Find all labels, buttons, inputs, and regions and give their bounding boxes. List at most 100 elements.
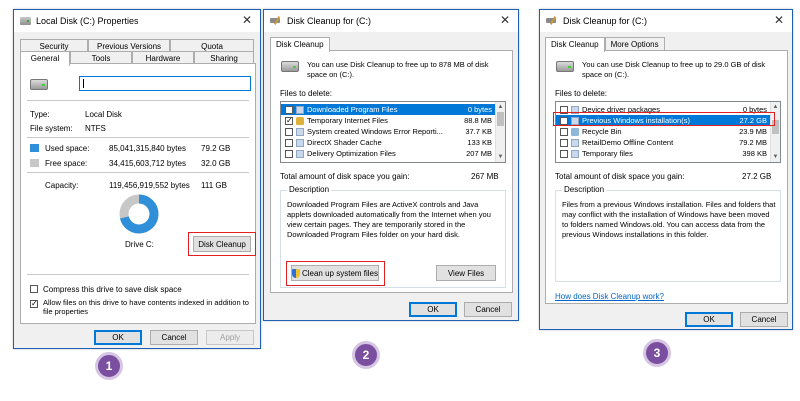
list-item[interactable]: ✓ Temporary Internet Files 88.8 MB: [281, 115, 495, 126]
intro-text: You can use Disk Cleanup to free up to 8…: [307, 60, 489, 79]
drive-label: Drive C:: [125, 240, 154, 249]
drive-icon: [30, 79, 48, 90]
highlight-box: [188, 232, 256, 256]
ok-button[interactable]: OK: [94, 330, 142, 345]
item-checkbox[interactable]: ✓: [285, 105, 293, 114]
total-value: 267 MB: [471, 172, 499, 181]
compress-label: Compress this drive to save disk space: [43, 285, 182, 294]
file-icon: [296, 105, 304, 114]
scroll-up-icon[interactable]: ▲: [496, 102, 505, 112]
drive-name-input[interactable]: [79, 76, 251, 91]
close-icon[interactable]: ✕: [500, 14, 510, 26]
step-marker-2: 2: [352, 341, 380, 369]
files-to-delete-label: Files to delete:: [555, 89, 608, 98]
close-icon[interactable]: ✕: [242, 14, 252, 26]
scroll-down-icon[interactable]: ▼: [771, 152, 780, 162]
window-title: Disk Cleanup for (C:): [563, 16, 648, 26]
used-space-bytes: 85,041,315,840 bytes: [109, 144, 186, 153]
drive-icon: [556, 61, 574, 72]
list-item[interactable]: DirectX Shader Cache 133 KB: [281, 137, 495, 148]
item-checkbox[interactable]: [560, 149, 568, 158]
ok-button[interactable]: OK: [409, 302, 457, 317]
scroll-thumb[interactable]: [497, 112, 504, 126]
files-list[interactable]: ✓ Downloaded Program Files 0 bytes ✓ Tempor…: [280, 101, 506, 163]
total-value: 27.2 GB: [742, 172, 772, 181]
item-size: 37.7 KB: [465, 127, 492, 136]
divider: [27, 172, 249, 173]
type-value: Local Disk: [85, 110, 122, 119]
item-checkbox[interactable]: [285, 138, 293, 147]
item-size: 398 KB: [742, 149, 767, 158]
step-marker-1: 1: [95, 352, 123, 380]
item-name: RetailDemo Offline Content: [582, 138, 674, 147]
highlight-box: [286, 261, 385, 286]
item-name: Recycle Bin: [582, 127, 622, 136]
disk-cleanup-window: Disk Cleanup for (C:) ✕ Disk Cleanup You…: [263, 9, 519, 321]
lock-icon: [296, 116, 304, 125]
intro-text: You can use Disk Cleanup to free up to 2…: [582, 60, 766, 79]
disk-cleanup-titlebar: Disk Cleanup for (C:) ✕: [540, 10, 792, 32]
item-checkbox[interactable]: ✓: [285, 116, 293, 125]
close-icon[interactable]: ✕: [774, 14, 784, 26]
disk-cleanup-icon: [270, 17, 282, 26]
highlight-box: [553, 112, 775, 126]
help-link[interactable]: How does Disk Cleanup work?: [555, 292, 664, 301]
item-checkbox[interactable]: [285, 149, 293, 158]
files-list[interactable]: Device driver packages 0 bytes ✓ Previous …: [555, 101, 781, 163]
list-item[interactable]: RetailDemo Offline Content 79.2 MB: [556, 137, 770, 148]
divider: [27, 100, 249, 101]
item-size: 133 KB: [467, 138, 492, 147]
properties-window: Local Disk (C:) Properties ✕ Security Pr…: [13, 9, 261, 349]
disk-cleanup-system-window: Disk Cleanup for (C:) ✕ Disk Cleanup Mor…: [539, 9, 793, 330]
item-checkbox[interactable]: [560, 138, 568, 147]
item-checkbox[interactable]: [285, 127, 293, 136]
view-files-button[interactable]: View Files: [436, 265, 496, 281]
index-label: Allow files on this drive to have conten…: [43, 298, 249, 316]
index-checkbox[interactable]: ✓: [30, 300, 38, 308]
step-marker-3: 3: [643, 339, 671, 367]
free-space-swatch: [30, 159, 39, 167]
item-size: 23.9 MB: [739, 127, 767, 136]
item-size: 0 bytes: [467, 105, 492, 114]
cancel-button[interactable]: Cancel: [150, 330, 198, 345]
description-group: Description Downloaded Program Files are…: [280, 185, 506, 288]
compress-checkbox[interactable]: [30, 285, 38, 293]
total-label: Total amount of disk space you gain:: [280, 172, 410, 181]
item-checkbox[interactable]: [560, 127, 568, 136]
divider: [27, 137, 249, 138]
description-label: Description: [287, 185, 332, 194]
file-icon: [571, 149, 579, 158]
properties-titlebar: Local Disk (C:) Properties ✕: [14, 10, 260, 32]
file-icon: [296, 149, 304, 158]
drive-icon: [20, 17, 31, 25]
item-size: 79.2 MB: [739, 138, 767, 147]
drive-icon: [281, 61, 299, 72]
cancel-button[interactable]: Cancel: [464, 302, 512, 317]
list-scrollbar[interactable]: ▲ ▼: [770, 102, 780, 162]
type-label: Type:: [30, 110, 50, 119]
tab-disk-cleanup[interactable]: Disk Cleanup: [545, 37, 605, 52]
apply-button[interactable]: Apply: [206, 330, 254, 345]
list-item[interactable]: System created Windows Error Reporti... 3…: [281, 126, 495, 137]
file-system-value: NTFS: [85, 124, 106, 133]
total-label: Total amount of disk space you gain:: [555, 172, 685, 181]
description-text: Downloaded Program Files are ActiveX con…: [287, 200, 491, 239]
item-name: Delivery Optimization Files: [307, 149, 396, 158]
free-space-gb: 32.0 GB: [201, 159, 231, 168]
capacity-bytes: 119,456,919,552 bytes: [109, 181, 190, 190]
item-name: Downloaded Program Files: [307, 105, 398, 114]
item-name: Temporary files: [582, 149, 633, 158]
free-space-bytes: 34,415,603,712 bytes: [109, 159, 186, 168]
scroll-up-icon[interactable]: ▲: [771, 102, 780, 112]
cancel-button[interactable]: Cancel: [740, 312, 788, 327]
ok-button[interactable]: OK: [685, 312, 733, 327]
list-item[interactable]: Recycle Bin 23.9 MB: [556, 126, 770, 137]
list-item[interactable]: ✓ Downloaded Program Files 0 bytes: [281, 104, 495, 115]
list-item[interactable]: Delivery Optimization Files 207 MB: [281, 148, 495, 159]
item-size: 207 MB: [466, 149, 492, 158]
list-scrollbar[interactable]: ▲ ▼: [495, 102, 505, 162]
scroll-down-icon[interactable]: ▼: [496, 152, 505, 162]
list-item[interactable]: Temporary files 398 KB: [556, 148, 770, 159]
tab-general[interactable]: General: [20, 51, 70, 66]
tab-disk-cleanup[interactable]: Disk Cleanup: [270, 37, 330, 52]
